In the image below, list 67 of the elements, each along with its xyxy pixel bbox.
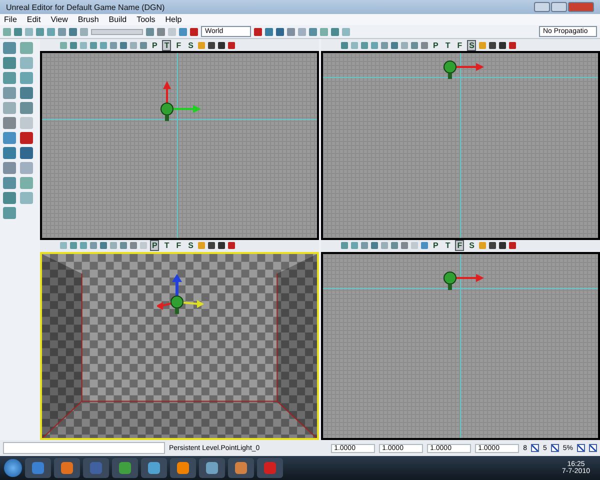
tool-icon[interactable] [3, 72, 16, 84]
taskbar-app-icon[interactable] [141, 458, 167, 478]
menu-item[interactable]: File [4, 15, 17, 24]
minimize-button[interactable] [534, 2, 550, 12]
maximize-button[interactable] [551, 2, 567, 12]
tool-icon[interactable] [3, 132, 16, 144]
tool-icon[interactable] [3, 192, 16, 204]
checkbox[interactable] [589, 444, 597, 452]
tool-icon[interactable] [3, 87, 16, 99]
checkbox[interactable] [550, 444, 559, 452]
tool-icon[interactable] [3, 117, 16, 129]
menu-item[interactable]: Build [108, 15, 127, 24]
tool-icon[interactable] [20, 102, 33, 114]
view-mode-button[interactable]: S [467, 40, 476, 50]
view-mode-button[interactable]: S [186, 240, 196, 251]
menu-item[interactable]: Edit [26, 15, 41, 24]
view-mode-button[interactable]: F [455, 240, 464, 251]
tool-icon[interactable] [3, 42, 16, 54]
view-mode-button[interactable]: T [162, 40, 172, 50]
ortho-viewport[interactable] [321, 252, 600, 440]
view-mode-button[interactable]: T [443, 40, 452, 50]
taskbar-app-icon[interactable] [199, 458, 225, 478]
view-mode-button[interactable]: T [162, 240, 172, 251]
tool-icon[interactable] [3, 177, 16, 189]
tool-icon[interactable] [3, 57, 16, 69]
taskbar-app-icon[interactable] [228, 458, 254, 478]
view-mode-button[interactable]: F [174, 40, 184, 50]
tool-icon[interactable] [20, 147, 33, 159]
view-mode-button[interactable]: F [174, 240, 184, 251]
start-button[interactable] [4, 459, 22, 477]
tool-icon[interactable] [20, 72, 33, 84]
menu-item[interactable]: Help [165, 15, 182, 24]
tool-icon[interactable] [3, 147, 16, 159]
view-mode-button[interactable]: S [467, 240, 476, 251]
menu-item[interactable]: Tools [136, 15, 156, 24]
ortho-viewport[interactable] [40, 51, 319, 240]
taskbar-app-icon[interactable] [83, 458, 109, 478]
checkbox[interactable] [530, 444, 539, 452]
view-mode-button[interactable]: P [150, 40, 160, 50]
taskbar-app-icon[interactable] [54, 458, 80, 478]
tool-icon[interactable] [20, 192, 33, 204]
tool-icon[interactable] [3, 162, 16, 174]
tool-icon[interactable] [20, 177, 33, 189]
view-mode-button[interactable]: T [443, 240, 452, 251]
close-button[interactable] [568, 2, 594, 12]
taskbar-app-icon[interactable] [257, 458, 283, 478]
view-mode-button[interactable]: P [150, 240, 160, 251]
menu-item[interactable]: Brush [78, 15, 99, 24]
tool-icon[interactable] [20, 162, 33, 174]
taskbar-app-icon[interactable] [170, 458, 196, 478]
slider-track[interactable] [91, 28, 143, 34]
command-input-field[interactable] [3, 442, 165, 454]
view-mode-button[interactable]: S [186, 40, 196, 50]
ortho-viewport[interactable] [321, 51, 600, 240]
view-mode-button[interactable]: P [431, 240, 440, 251]
window-title: Unreal Editor for Default Game Name (DGN) [6, 2, 166, 12]
tool-icon[interactable] [20, 57, 33, 69]
view-mode-button[interactable]: P [431, 40, 440, 50]
tool-icon[interactable] [3, 102, 16, 114]
tool-icon[interactable] [20, 42, 33, 54]
view-mode-button[interactable]: F [455, 40, 464, 50]
taskbar-app-icon[interactable] [112, 458, 138, 478]
tool-icon[interactable] [20, 87, 33, 99]
tool-icon[interactable] [3, 207, 16, 219]
tool-icon[interactable] [20, 132, 33, 144]
checkbox[interactable] [577, 444, 585, 452]
menu-item[interactable]: View [50, 15, 68, 24]
